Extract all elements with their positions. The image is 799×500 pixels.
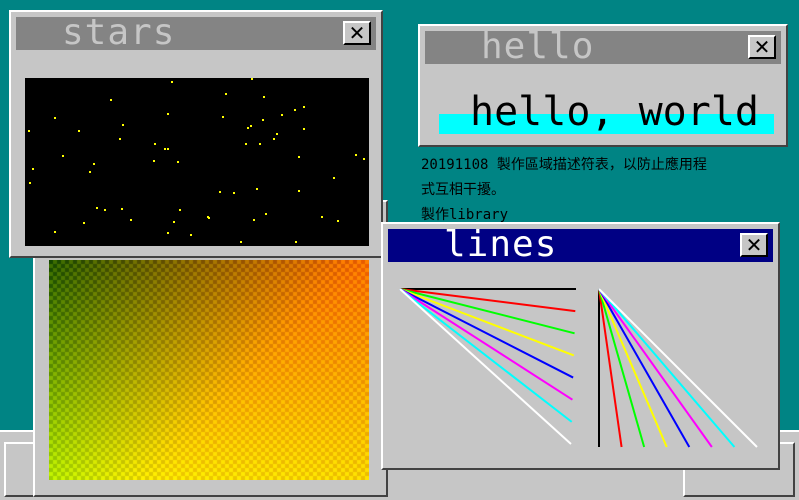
lines-window: lines ✕ (381, 222, 780, 470)
star (83, 222, 85, 224)
fan-line (399, 288, 575, 335)
close-icon[interactable]: ✕ (748, 35, 776, 59)
star (93, 163, 95, 165)
star (298, 156, 300, 158)
star (28, 130, 30, 132)
star (222, 116, 224, 118)
star (208, 217, 210, 219)
star (247, 127, 249, 129)
star (130, 219, 132, 221)
star (78, 130, 80, 132)
star (167, 148, 169, 150)
star (253, 219, 255, 221)
star (164, 148, 166, 150)
window-title: hello (481, 26, 595, 67)
star (104, 209, 106, 211)
star (122, 124, 124, 126)
fan-line (598, 288, 736, 448)
star (337, 220, 339, 222)
hello-message: hello, world (470, 89, 759, 135)
star (54, 117, 56, 119)
star (233, 192, 235, 194)
star (219, 191, 221, 193)
star (167, 113, 169, 115)
star (259, 143, 261, 145)
star (245, 143, 247, 145)
fan-line (399, 288, 572, 445)
star (294, 109, 296, 111)
hello-window: hello ✕ hello, world (418, 24, 788, 147)
close-icon[interactable]: ✕ (740, 233, 768, 257)
star (262, 119, 264, 121)
star (32, 168, 34, 170)
hello-titlebar[interactable]: hello ✕ (425, 27, 781, 67)
star (29, 182, 31, 184)
star (121, 208, 123, 210)
star (355, 154, 357, 156)
star (263, 96, 265, 98)
star (119, 138, 121, 140)
gradient-canvas (49, 260, 369, 480)
star (171, 81, 173, 83)
window-title: stars (62, 12, 176, 53)
desktop-text-line2: 式互相干擾。 (421, 182, 505, 198)
close-icon[interactable]: ✕ (343, 21, 371, 45)
desktop-text-line1: 20191108 製作區域描述符表，以防止應用程 (421, 157, 707, 173)
lines-titlebar[interactable]: lines ✕ (388, 225, 773, 265)
star (276, 133, 278, 135)
fan-line (598, 288, 758, 448)
star (54, 231, 56, 233)
star (273, 138, 275, 140)
star (265, 213, 267, 215)
star (321, 216, 323, 218)
window-title: lines (444, 224, 558, 265)
star (251, 78, 253, 80)
star (167, 232, 169, 234)
star (240, 241, 242, 243)
starfield (25, 78, 369, 246)
star (281, 114, 283, 116)
star (250, 125, 252, 127)
star (62, 155, 64, 157)
desktop-text-line3: 製作library (421, 207, 509, 223)
fan-line (399, 288, 573, 423)
star (173, 221, 175, 223)
fan-line (399, 288, 574, 379)
star (225, 93, 227, 95)
star (190, 234, 192, 236)
star (110, 99, 112, 101)
star (89, 171, 91, 173)
star (303, 128, 305, 130)
star (177, 161, 179, 163)
star (295, 241, 297, 243)
star (333, 177, 335, 179)
fan-line (598, 288, 713, 448)
star (179, 209, 181, 211)
stars-window: stars ✕ (9, 10, 383, 258)
star (96, 207, 98, 209)
star (303, 106, 305, 108)
star (153, 160, 155, 162)
fan-line (598, 288, 691, 448)
star (298, 190, 300, 192)
star (154, 143, 156, 145)
star (256, 188, 258, 190)
stars-titlebar[interactable]: stars ✕ (16, 13, 376, 53)
lines-canvas (399, 288, 758, 448)
star (363, 158, 365, 160)
